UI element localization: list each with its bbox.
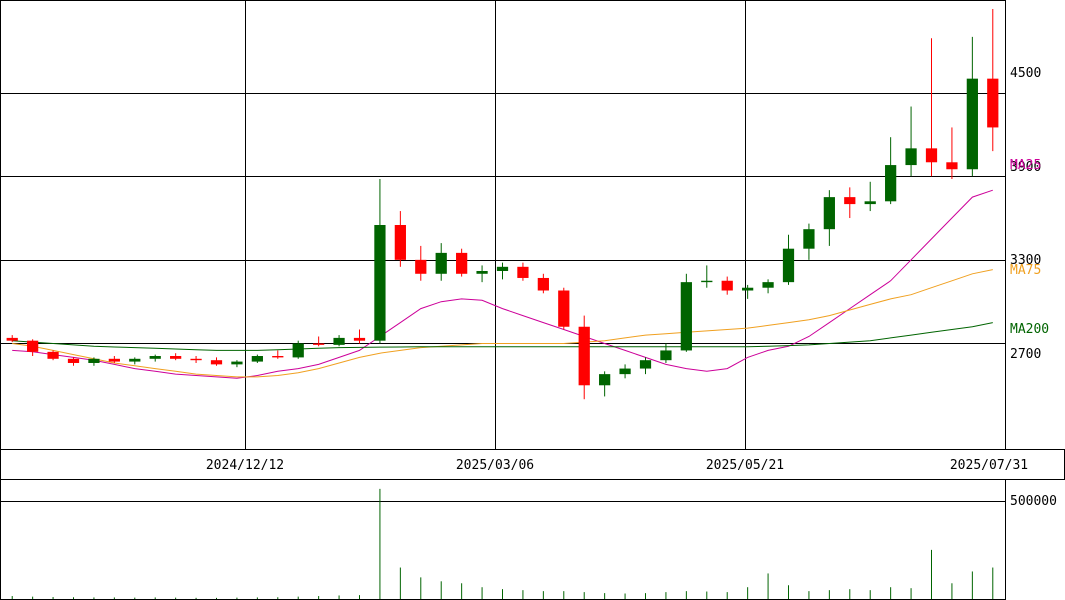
candle-body bbox=[129, 358, 141, 362]
candle-body bbox=[537, 277, 549, 291]
price-tick-label: 4500 bbox=[1010, 66, 1041, 81]
candle-body bbox=[885, 165, 897, 202]
candle-body bbox=[210, 360, 223, 365]
candle-body bbox=[456, 252, 468, 274]
price-axis-tick-labels: 2700 3300 3900 4500 bbox=[1010, 66, 1041, 362]
candle-body bbox=[782, 248, 795, 283]
candle-body bbox=[88, 358, 100, 363]
candle-body bbox=[742, 287, 754, 291]
date-tick-label: 2025/07/31 bbox=[950, 458, 1028, 473]
ma25-legend-label: MA25 bbox=[1010, 158, 1041, 173]
candle-body bbox=[844, 197, 856, 205]
volume-tick-label: 500000 bbox=[1010, 494, 1057, 509]
candle-body bbox=[803, 229, 815, 249]
candle-body bbox=[925, 148, 938, 163]
candle-body bbox=[599, 374, 611, 386]
candle-body bbox=[517, 266, 529, 278]
candle-body bbox=[6, 337, 18, 341]
candle-body bbox=[701, 280, 713, 283]
candle-body bbox=[823, 197, 835, 230]
ma200-legend-label: MA200 bbox=[1010, 322, 1049, 337]
candle-body bbox=[67, 358, 80, 363]
candle-body bbox=[149, 356, 161, 359]
candle-body bbox=[946, 162, 958, 170]
price-panel-frame bbox=[0, 0, 1006, 450]
ma75-legend-label: MA75 bbox=[1010, 263, 1041, 278]
candle-body bbox=[353, 337, 366, 341]
candle-body bbox=[680, 282, 692, 351]
candle-body bbox=[578, 326, 590, 386]
candle-body bbox=[170, 356, 182, 359]
candle-body bbox=[251, 356, 263, 362]
candle-body bbox=[762, 282, 774, 288]
date-tick-label: 2025/05/21 bbox=[706, 458, 784, 473]
candle-body bbox=[313, 343, 325, 345]
candle-body bbox=[272, 356, 284, 358]
candle-body bbox=[558, 290, 570, 327]
candle-body bbox=[966, 78, 978, 170]
candle-body bbox=[292, 343, 304, 358]
candle-body bbox=[435, 252, 447, 274]
date-tick-label: 2024/12/12 bbox=[206, 458, 284, 473]
candle-body bbox=[639, 360, 652, 369]
candle-body bbox=[47, 351, 59, 359]
candle-body bbox=[721, 280, 733, 291]
candle-body bbox=[333, 337, 345, 345]
candle-body bbox=[987, 78, 999, 128]
date-tick-label: 2025/03/06 bbox=[456, 458, 534, 473]
volume-panel-frame bbox=[0, 479, 1006, 600]
candle-body bbox=[476, 270, 488, 274]
candle-body bbox=[864, 201, 876, 205]
stock-chart: 2700 3300 3900 4500 MA25 MA75 MA200 2024… bbox=[0, 0, 1065, 600]
candle-body bbox=[660, 350, 672, 361]
candle-body bbox=[27, 340, 39, 352]
candle-body bbox=[905, 148, 917, 166]
candle-body bbox=[415, 259, 427, 274]
candle-body bbox=[108, 358, 120, 362]
candle-body bbox=[374, 225, 386, 341]
candle-body bbox=[496, 266, 509, 271]
candle-body bbox=[619, 368, 631, 375]
candle-body bbox=[394, 225, 406, 260]
candle-body bbox=[231, 361, 243, 365]
price-tick-label: 2700 bbox=[1010, 347, 1041, 362]
candle-body bbox=[190, 358, 202, 361]
